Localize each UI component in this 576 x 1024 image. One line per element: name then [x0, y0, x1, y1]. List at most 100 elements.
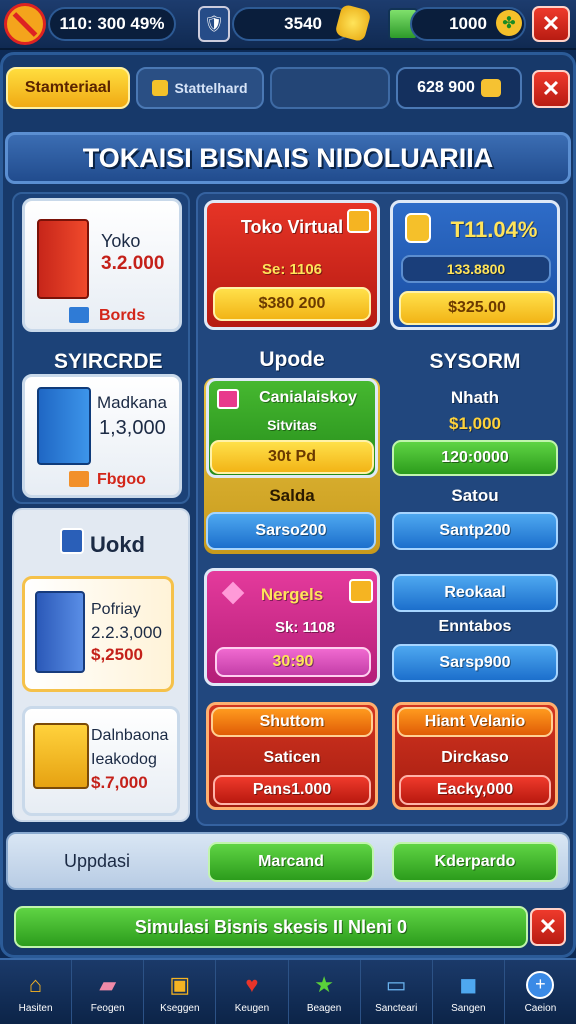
card-sub: Sitvitas	[267, 417, 317, 433]
nav-item-shop[interactable]: ▣ Kseggen	[144, 960, 217, 1024]
nav-item-plus[interactable]: + Caeion	[505, 960, 576, 1024]
nav-item-eraser[interactable]: ▰ Feogen	[72, 960, 145, 1024]
toko-virtual-buy-button[interactable]: $380 200	[213, 287, 371, 321]
satou-button[interactable]: Santp200	[392, 512, 558, 550]
item-name: Dalnbaona	[91, 727, 169, 744]
card-stat: Sk: 1108	[274, 619, 336, 636]
banner[interactable]: Simulasi Bisnis skesis II Nleni 0	[14, 906, 528, 948]
card-stat: 133.8800	[446, 261, 506, 277]
item-card-pofriay[interactable]: Pofriay 2.2.3,000 $,2500	[22, 576, 174, 692]
info-icon[interactable]	[347, 209, 371, 233]
tab-active-label: Stamteriaal	[24, 79, 112, 96]
shield-icon	[405, 213, 431, 243]
banner-text: Simulasi Bisnis skesis II Nleni 0	[134, 916, 408, 937]
item-price: 2.2.3,000	[91, 623, 162, 642]
shuttom-title-bar: Shuttom	[211, 707, 373, 737]
marcand-button[interactable]: Marcand	[208, 842, 374, 882]
product-box-icon	[35, 591, 85, 673]
card-toko-virtual[interactable]: Toko Virtual Se: 1106 $380 200	[204, 200, 380, 330]
reokaal-button[interactable]: Reokaal	[392, 574, 558, 612]
small-box-icon	[69, 471, 89, 487]
close-top-button[interactable]: ✕	[532, 6, 570, 42]
button-label: Sarso200	[255, 522, 327, 539]
star-icon: ★	[314, 971, 334, 997]
card-percent[interactable]: T11.04% 133.8800 $325.00	[390, 200, 560, 330]
card-stat: Se: 1106	[261, 261, 323, 278]
button-label: $325.00	[448, 299, 506, 316]
no-ads-icon[interactable]	[4, 3, 46, 45]
item-name: Madkana	[97, 393, 167, 412]
nhath-name: Nhath	[450, 388, 500, 407]
hiant-title-bar: Hiant Velanio	[397, 707, 553, 737]
button-label: Kderpardo	[434, 853, 516, 870]
card-shuttom[interactable]: Shuttom Saticen Pans1.000	[206, 702, 378, 810]
nav-item-monitor[interactable]: ▭ Sancteari	[361, 960, 433, 1024]
section-sysorm: SYSORM	[429, 350, 521, 373]
salda-button[interactable]: Sarso200	[206, 512, 376, 550]
button-label: Eacky,000	[436, 781, 514, 798]
clover-icon[interactable]: ✤	[496, 10, 522, 36]
badge-icon[interactable]: 🛡	[198, 6, 230, 42]
nav-item-heart[interactable]: ♥ Keugen	[216, 960, 289, 1024]
item-sub: Ieakodog	[91, 751, 157, 768]
level-text: 110: 300 49%	[59, 14, 165, 33]
section-title-syircrde: SYIRCRDE	[54, 350, 163, 373]
item-card-madkana[interactable]: Madkana 1,3,000 Fbgoo	[22, 374, 182, 498]
reokaal-secondary-button[interactable]: Sarsp900	[392, 644, 558, 682]
button-label: Sarsp900	[439, 654, 511, 671]
balance-value: 628 900	[417, 79, 475, 96]
nav-item-home[interactable]: ⌂ Hasiten	[0, 960, 73, 1024]
hiant-button[interactable]: Eacky,000	[399, 775, 551, 805]
uokd-icon	[60, 528, 84, 554]
reokaal-label: Enntabos	[438, 618, 512, 635]
nav-item-star[interactable]: ★ Beagen	[289, 960, 361, 1024]
card-title: Hiant Velanio	[424, 713, 526, 730]
tab-second-label: Stattelhard	[174, 80, 248, 96]
nhath-button[interactable]: 120:0000	[392, 440, 558, 476]
coin-icon	[480, 79, 501, 97]
pink-card-button[interactable]: 30:90	[215, 647, 371, 677]
tab-second[interactable]: Stattelhard	[136, 67, 264, 109]
card-title: Nergels	[260, 585, 324, 604]
item-price-secondary: $,2500	[91, 645, 143, 664]
tab-empty[interactable]	[270, 67, 390, 109]
shuttom-button[interactable]: Pans1.000	[213, 775, 371, 805]
monitor-icon: ▭	[385, 971, 407, 997]
small-box-icon	[69, 307, 89, 323]
item-price: $.7,000	[91, 773, 148, 792]
button-label: Reokaal	[444, 584, 506, 601]
gems-value: 3540	[284, 14, 322, 33]
percent-buy-button[interactable]: $325.00	[399, 291, 555, 325]
card-title: T11.04%	[450, 217, 538, 242]
button-label: Pans1.000	[252, 781, 332, 798]
satou-label: Satou	[451, 486, 499, 505]
nav-item-cube[interactable]: ◼ Sangen	[433, 960, 505, 1024]
card-sub: Dirckaso	[441, 749, 509, 766]
salda-label: Salda	[269, 486, 315, 505]
item-name: Pofriay	[91, 601, 141, 618]
item-card-yoko[interactable]: Yoko 3.2.000 Bords	[22, 198, 182, 332]
kderpardo-button[interactable]: Kderpardo	[392, 842, 558, 882]
card-title: Shuttom	[259, 713, 325, 730]
info-icon[interactable]	[349, 579, 373, 603]
eraser-icon: ▰	[99, 971, 117, 997]
green-card-button[interactable]: 30t Pd	[210, 440, 374, 474]
item-card-dalnbaona[interactable]: Dalnbaona Ieakodog $.7,000	[22, 706, 180, 816]
product-box-icon	[37, 219, 89, 299]
banner-close-button[interactable]: ✕	[530, 908, 566, 946]
footer-label: Uppdasi	[64, 851, 131, 871]
card-hiant[interactable]: Hiant Velanio Dirckaso Eacky,000	[392, 702, 558, 810]
close-icon: ✕	[538, 914, 558, 939]
card-pink[interactable]: Nergels Sk: 1108 30:90	[204, 568, 380, 686]
close-panel-button[interactable]: ✕	[532, 70, 570, 108]
tab-active[interactable]: Stamteriaal	[6, 67, 130, 109]
page-title: TOKAISI BISNAIS NIDOLUARIIA	[5, 132, 571, 184]
button-label: 120:0000	[441, 449, 509, 466]
product-box-icon	[37, 387, 91, 465]
section-title-uokd: Uokd	[90, 532, 145, 557]
balance-display: 628 900	[396, 67, 522, 109]
top-bar: 110: 300 49% 🛡 3540 1000 ✤ ✕	[0, 0, 576, 50]
button-label: Santp200	[439, 522, 511, 539]
item-price: 3.2.000	[101, 253, 165, 274]
gift-icon	[217, 389, 239, 409]
